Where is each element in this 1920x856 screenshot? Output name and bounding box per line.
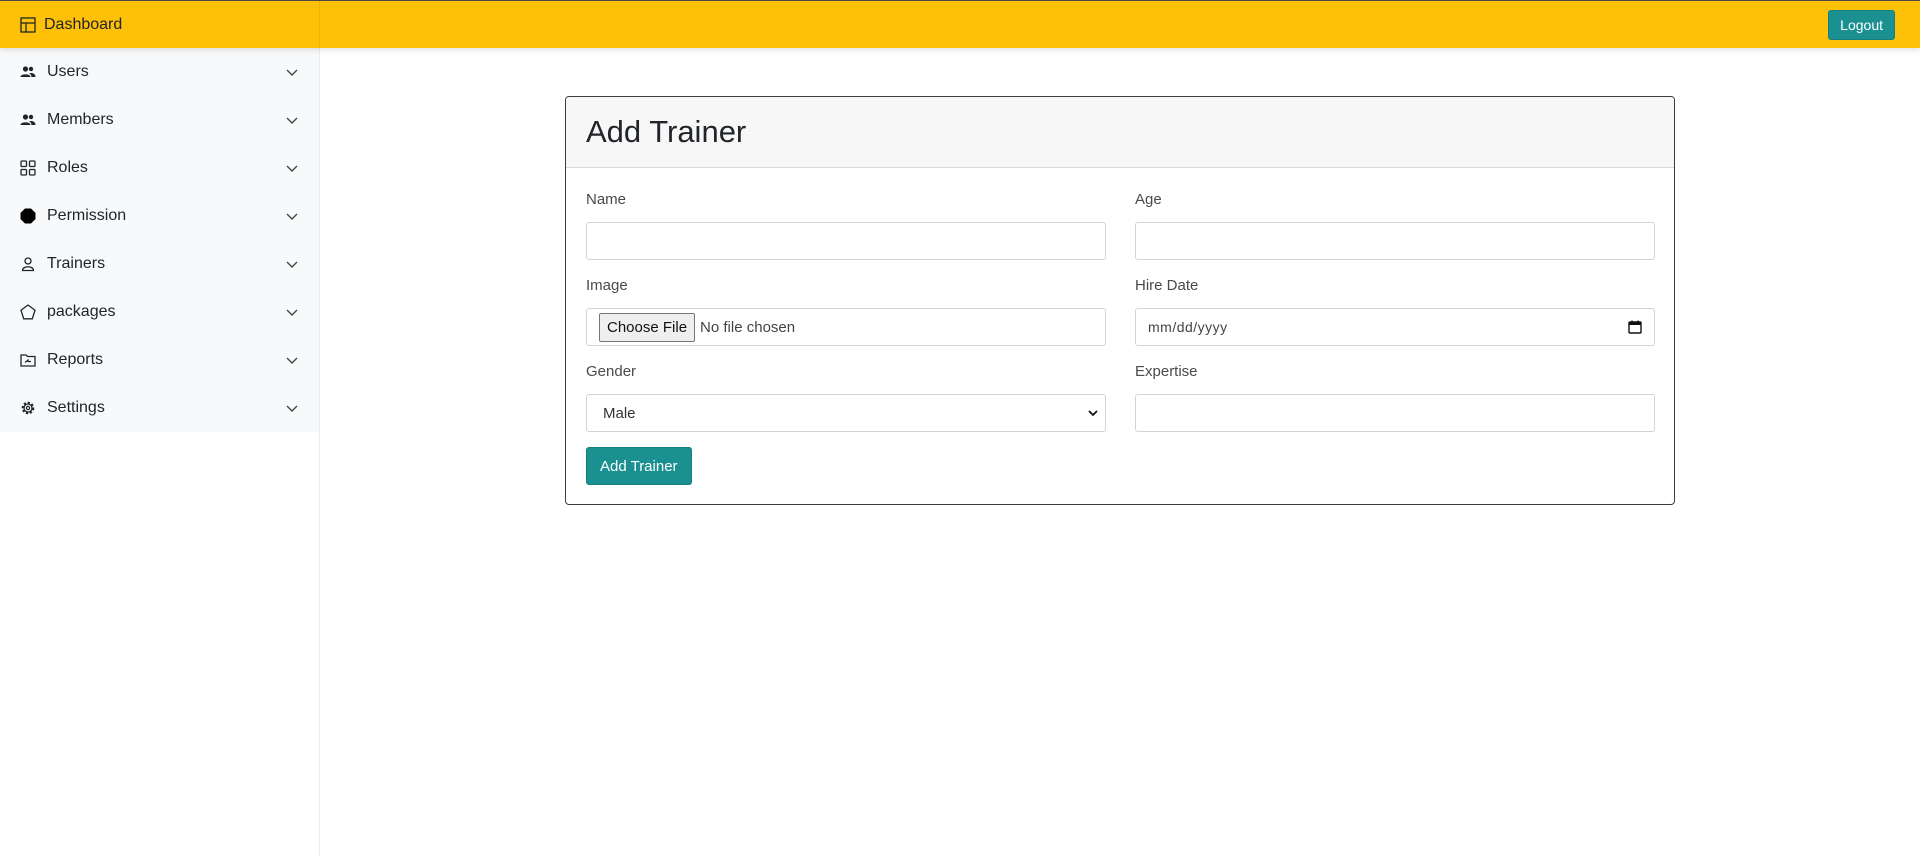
age-input[interactable] [1135, 222, 1655, 260]
pentagon-icon [20, 304, 36, 320]
folder-icon [20, 352, 36, 368]
sidebar-item-users[interactable]: Users [0, 48, 319, 96]
gear-icon [20, 400, 36, 416]
hire-date-input[interactable]: mm/dd/yyyy [1135, 308, 1655, 346]
chevron-down-icon [285, 353, 299, 367]
chevron-down-icon [285, 401, 299, 415]
sidebar-item-label: Trainers [47, 255, 106, 272]
person-icon [20, 256, 36, 272]
logout-button[interactable]: Logout [1828, 10, 1895, 40]
add-trainer-card: Add Trainer Name Age Image Choose File N… [565, 96, 1675, 505]
people-icon [20, 112, 36, 128]
expertise-field-group: Expertise [1135, 362, 1655, 432]
chevron-down-icon [285, 65, 299, 79]
name-input[interactable] [586, 222, 1106, 260]
sidebar-item-label: Settings [47, 399, 105, 416]
sidebar-item-permission[interactable]: Permission [0, 192, 319, 240]
people-icon [20, 64, 36, 80]
chevron-down-icon [285, 305, 299, 319]
image-label: Image [586, 277, 628, 294]
sidebar-item-packages[interactable]: packages [0, 288, 319, 336]
expertise-input[interactable] [1135, 394, 1655, 432]
name-field-group: Name [586, 190, 1106, 260]
sidebar-item-trainers[interactable]: Trainers [0, 240, 319, 288]
sidebar-item-label: Reports [47, 351, 104, 368]
hire-date-placeholder: mm/dd/yyyy [1148, 319, 1228, 335]
sidebar-item-label: Members [47, 111, 114, 128]
expertise-label: Expertise [1135, 363, 1198, 380]
sidebar-item-label: packages [47, 303, 116, 320]
image-field-group: Image Choose File No file chosen [586, 276, 1106, 346]
sidebar: Users Members Roles Permission Trainers … [0, 48, 320, 856]
gender-selected-value: Male [603, 404, 636, 422]
octagon-icon [20, 208, 36, 224]
age-field-group: Age [1135, 190, 1655, 260]
gender-field-group: Gender Male [586, 362, 1106, 432]
sidebar-item-reports[interactable]: Reports [0, 336, 319, 384]
chevron-down-icon [1087, 407, 1099, 419]
add-trainer-button[interactable]: Add Trainer [586, 447, 692, 485]
choose-file-button[interactable]: Choose File [599, 312, 696, 342]
sidebar-menu: Users Members Roles Permission Trainers … [0, 48, 319, 432]
grid-icon [20, 160, 36, 176]
age-label: Age [1135, 191, 1162, 208]
sidebar-item-label: Permission [47, 207, 127, 224]
calendar-icon[interactable] [1628, 320, 1642, 334]
hire-date-field-group: Hire Date mm/dd/yyyy [1135, 276, 1655, 346]
image-file-input[interactable]: Choose File No file chosen [586, 308, 1106, 346]
card-header: Add Trainer [566, 97, 1674, 168]
gender-select[interactable]: Male [586, 394, 1106, 432]
sidebar-item-members[interactable]: Members [0, 96, 319, 144]
dashboard-label: Dashboard [44, 16, 123, 33]
sidebar-item-label: Users [47, 63, 89, 80]
sidebar-item-settings[interactable]: Settings [0, 384, 319, 432]
page-title: Add Trainer [586, 114, 747, 149]
name-label: Name [586, 191, 627, 208]
top-navbar: Dashboard Logout [0, 0, 1920, 49]
chevron-down-icon [285, 209, 299, 223]
sidebar-item-label: Roles [47, 159, 88, 176]
chevron-down-icon [285, 161, 299, 175]
table-icon [20, 17, 36, 33]
chevron-down-icon [285, 113, 299, 127]
sidebar-item-roles[interactable]: Roles [0, 144, 319, 192]
file-status: No file chosen [700, 318, 796, 336]
dashboard-link[interactable]: Dashboard [0, 1, 320, 49]
chevron-down-icon [285, 257, 299, 271]
gender-label: Gender [586, 363, 637, 380]
hire-date-label: Hire Date [1135, 277, 1199, 294]
